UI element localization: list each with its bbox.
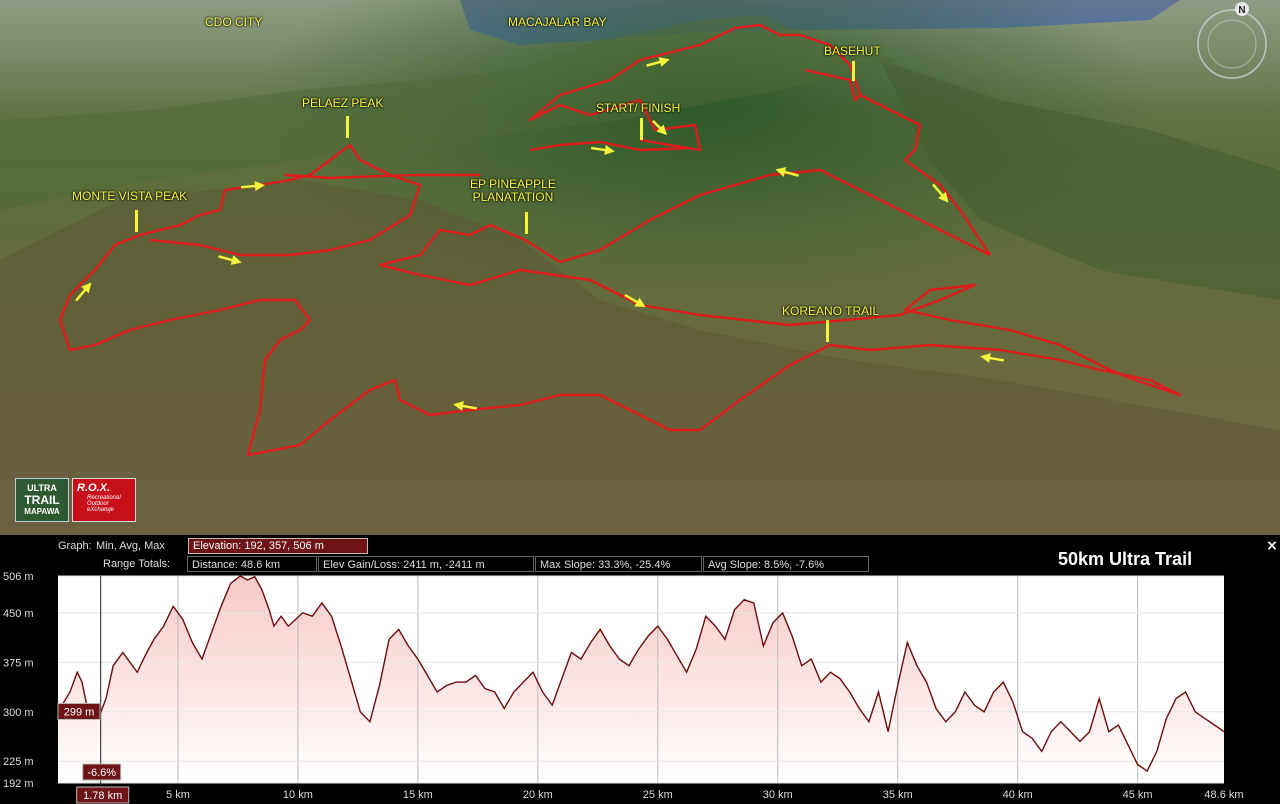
y-tick-label: 192 m <box>3 778 34 790</box>
label-cdo-city: CDO CITY <box>205 15 263 29</box>
cursor-distance-label: 1.78 km <box>83 790 122 802</box>
y-tick-label: 450 m <box>3 608 34 620</box>
logo-text-mapawa: MAPAWA <box>24 507 60 516</box>
logo-text-trail: TRAIL <box>24 493 60 507</box>
cursor-elevation-label: 299 m <box>64 706 95 718</box>
label-ep-pineapple-line2: PLANATATION <box>472 190 554 204</box>
x-tick-label: 30 km <box>763 789 793 801</box>
x-tick-label: 15 km <box>403 789 433 801</box>
y-tick-label: 300 m <box>3 707 34 719</box>
marker-koreano-trail <box>826 320 829 342</box>
rox-logo-subtitle: Recreational Outdoor eXchange <box>87 495 121 513</box>
label-ep-pineapple: EP PINEAPPLE PLANATATION <box>470 178 556 204</box>
x-tick-label: 35 km <box>883 789 913 801</box>
cursor-slope-label: -6.6% <box>87 767 116 779</box>
x-tick-label: 25 km <box>643 789 673 801</box>
marker-monte-vista-peak <box>135 210 138 232</box>
label-pelaez-peak: PELAEZ PEAK <box>302 96 384 110</box>
screenshot: CDO CITY MACAJALAR BAY BASEHUT PELAEZ PE… <box>0 0 1280 804</box>
marker-start-finish <box>640 118 643 140</box>
x-tick-label: 45 km <box>1123 789 1153 801</box>
x-tick-label: 40 km <box>1003 789 1033 801</box>
compass-north-icon: N <box>1238 5 1245 16</box>
label-start-finish: START/ FINISH <box>596 101 681 115</box>
x-tick-label: 20 km <box>523 789 553 801</box>
y-tick-label: 225 m <box>3 756 34 768</box>
logo-text-ultra: ULTRA <box>27 483 57 493</box>
rox-logo: R.O.X. Recreational Outdoor eXchange <box>72 478 136 522</box>
x-tick-label: 10 km <box>283 789 313 801</box>
y-tick-label: 506 m <box>3 571 34 583</box>
marker-ep-pineapple <box>525 212 528 234</box>
compass-control[interactable]: N <box>1192 2 1272 82</box>
x-tick-label: 48.6 km <box>1204 789 1243 801</box>
label-monte-vista-peak: MONTE VISTA PEAK <box>72 189 188 203</box>
terrain-map-view[interactable] <box>0 0 1280 535</box>
compass-inner-ring <box>1207 19 1257 69</box>
y-tick-label: 375 m <box>3 657 34 669</box>
marker-basehut <box>852 61 855 81</box>
marker-pelaez-peak <box>346 116 349 138</box>
x-tick-label: 5 km <box>166 789 190 801</box>
elevation-profile-panel: Graph: Min, Avg, Max Elevation: 192, 357… <box>0 535 1280 804</box>
label-macajalar-bay: MACAJALAR BAY <box>508 15 607 29</box>
rox-logo-title: R.O.X. <box>77 482 111 494</box>
label-koreano-trail: KOREANO TRAIL <box>782 304 880 318</box>
ultra-trail-mapawa-logo: ULTRA TRAIL MAPAWA <box>15 478 69 522</box>
label-basehut: BASEHUT <box>824 44 881 58</box>
rox-subtitle-line3: eXchange <box>87 507 115 513</box>
elevation-profile-chart[interactable]: 506 m 450 m 375 m 300 m 225 m 192 m 5 km 10 km 1… <box>0 535 1280 804</box>
